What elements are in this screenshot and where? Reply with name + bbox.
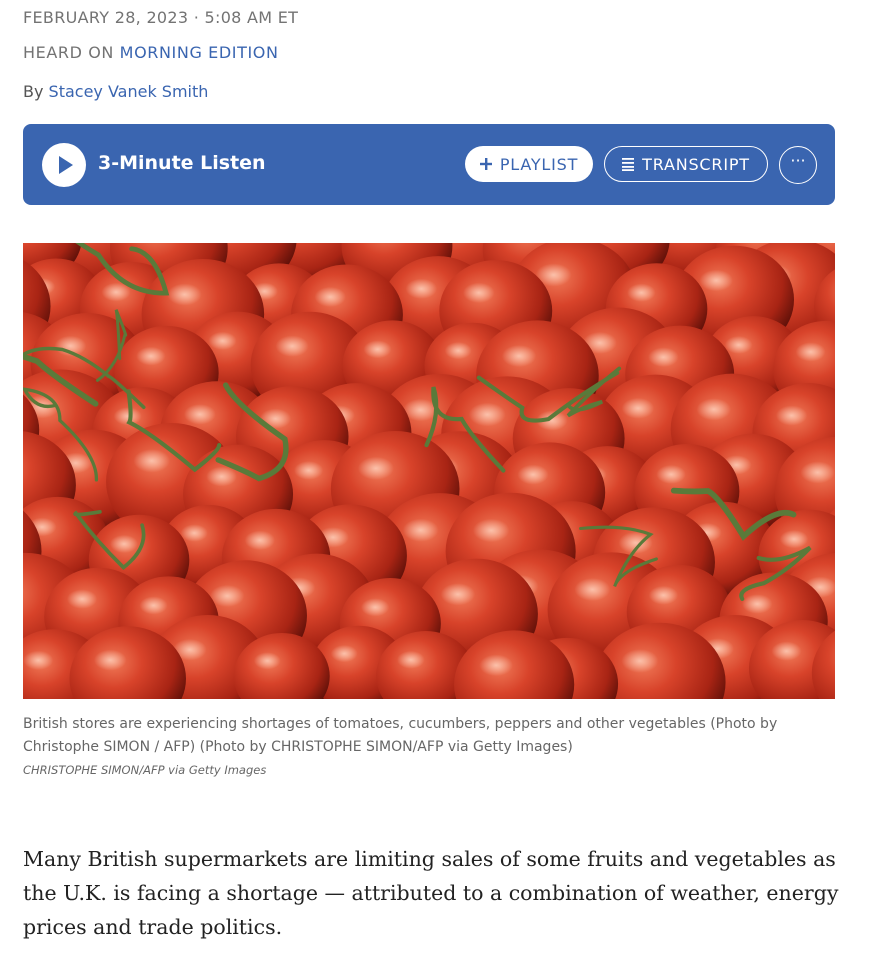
tomato-highlight [109,534,139,553]
tomato-highlight [66,589,98,609]
tomato-highlight [167,283,202,306]
add-to-playlist-button[interactable]: PLAYLIST [465,146,593,182]
play-button[interactable] [42,143,86,187]
tomato-highlight [357,456,394,480]
tomato-highlight [208,331,237,350]
tomato-highlight [183,404,216,425]
transcript-lines-icon [622,157,635,171]
article-paragraph: Many British supermarkets are limiting s… [23,847,839,939]
tomato-highlight [795,342,826,362]
tomato-highlight [724,335,753,354]
tomato-highlight [440,583,476,606]
tomato-highlight [396,650,425,669]
author-link[interactable]: Stacey Vanek Smith [49,82,209,101]
tomato-highlight [314,286,346,307]
tomato-highlight [206,466,237,487]
more-options-button[interactable]: ··· [779,146,817,184]
tomato-highlight [210,584,245,607]
listen-duration-label: 3-Minute Listen [98,152,266,174]
article-date: FEBRUARY 28, 2023 · 5:08 AM ET [23,8,299,27]
tomatoes-image [23,243,835,699]
tomato-highlight [648,347,679,367]
tomato-highlight [771,641,802,661]
photo-credit: CHRISTOPHE SIMON/AFP via Getty Images [23,763,266,777]
tomato-highlight [775,405,808,426]
tomato-highlight [656,464,686,484]
heard-on-prefix: HEARD ON [23,43,120,62]
tomato-highlight [133,449,171,473]
tomato-highlight [444,341,472,360]
playlist-label: PLAYLIST [499,154,579,174]
tomato-highlight [696,398,731,421]
tomato-highlight [699,269,733,292]
tomato-highlight [139,596,168,615]
tomato-highlight [621,397,655,419]
tomato-highlight [517,464,549,485]
tomato-highlight [136,346,166,366]
byline: By Stacey Vanek Smith [23,82,208,101]
photo-credit-main: CHRISTOPHE SIMON/AFP [23,763,165,777]
tomato-highlight [180,524,208,542]
tomato-highlight [275,335,309,357]
tomato-highlight [479,654,513,677]
show-link[interactable]: MORNING EDITION [120,43,279,62]
tomato-highlight [330,644,358,663]
tomato-highlight [402,518,439,542]
plus-icon [479,158,492,170]
ellipsis-icon: ··· [790,151,806,170]
tomato-highlight [468,402,506,427]
tomato-highlight [23,650,54,670]
tomato-highlight [742,594,773,614]
tomato-highlight [472,518,510,543]
tomato-highlight [574,577,611,602]
tomato-highlight [648,585,679,605]
play-icon [59,156,73,174]
photo-credit-suffix: via Getty Images [164,763,267,777]
tomato-highlight [294,461,324,480]
tomato-highlight [800,461,835,484]
transcript-label: TRANSCRIPT [642,154,750,174]
heard-on-line: HEARD ON MORNING EDITION [23,43,279,62]
byline-prefix: By [23,82,49,101]
tomato-highlight [627,283,656,302]
transcript-button[interactable]: TRANSCRIPT [604,146,768,182]
tomato-highlight [253,652,281,670]
tomato-highlight [405,278,438,299]
tomato-highlight [244,530,276,551]
tomato-highlight [779,529,809,549]
audio-player: 3-Minute Listen PLAYLIST TRANSCRIPT ··· [23,124,835,205]
article-photo [23,243,835,699]
photo-caption: British stores are experiencing shortage… [23,716,778,755]
tomato-highlight [463,282,495,303]
tomato-highlight [363,340,392,359]
tomato-highlight [621,649,659,673]
tomato-highlight [501,344,537,368]
tomato-highlight [360,598,390,617]
tomato-highlight [93,649,127,671]
